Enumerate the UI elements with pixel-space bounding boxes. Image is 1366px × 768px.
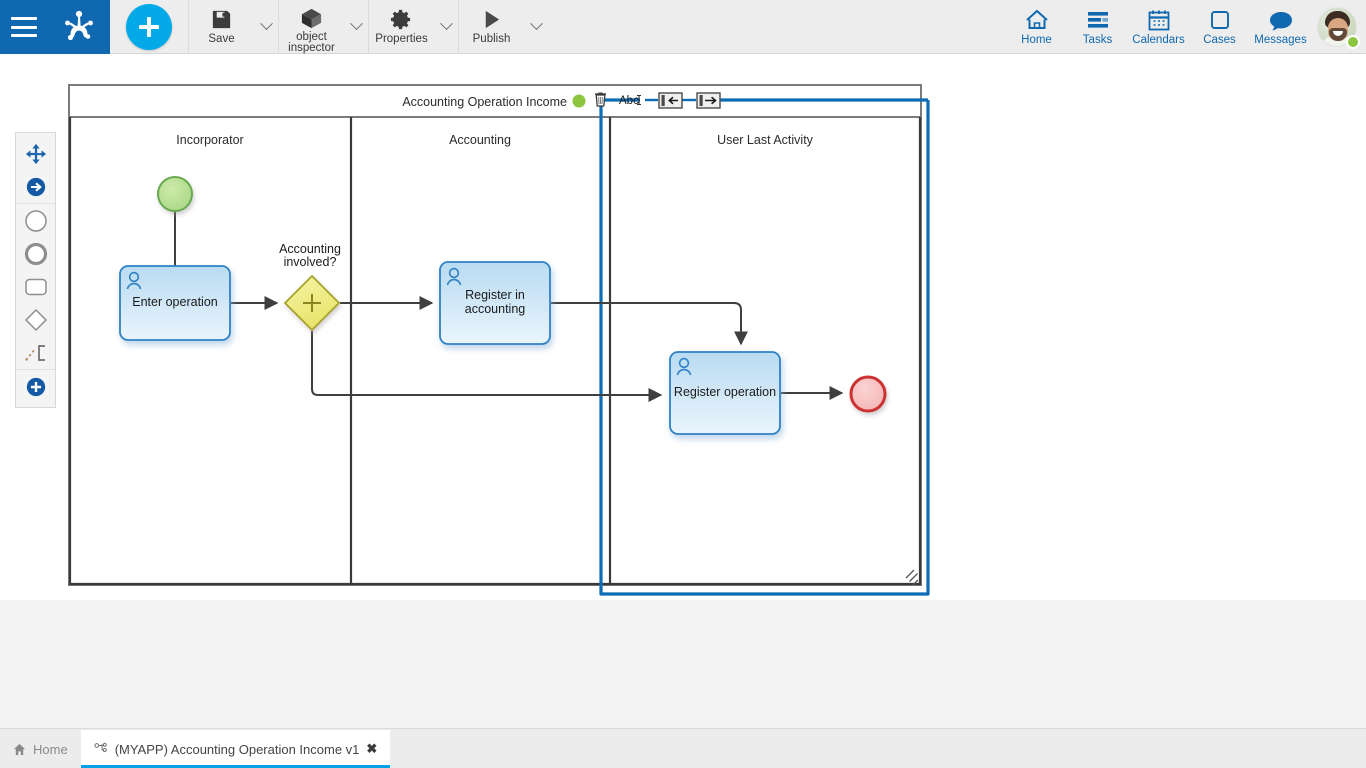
avatar[interactable] <box>1311 0 1362 53</box>
save-dropdown-button[interactable] <box>254 0 278 53</box>
object-inspector-button[interactable]: object inspector <box>278 0 344 54</box>
node-enter-operation[interactable]: Enter operation <box>119 265 231 341</box>
add-element-icon[interactable] <box>16 370 55 403</box>
nav-tasks[interactable]: Tasks <box>1067 0 1128 53</box>
task-label-register-operation: Register operation <box>674 385 776 399</box>
gateway-label-line1: Accounting <box>279 242 341 256</box>
properties-dropdown-button[interactable] <box>434 0 458 53</box>
nav-cases[interactable]: Cases <box>1189 0 1250 53</box>
add-button[interactable] <box>126 3 172 50</box>
node-end-event[interactable] <box>849 375 887 413</box>
gateway-icon[interactable] <box>16 303 55 336</box>
task-label-enter-operation: Enter operation <box>132 295 218 309</box>
save-label: Save <box>208 33 235 45</box>
connector-tool-icon[interactable] <box>16 170 55 203</box>
properties-button[interactable]: Properties <box>368 0 434 53</box>
object-inspector-label: object inspector <box>288 31 335 54</box>
lane-insert-above-icon[interactable] <box>658 92 683 109</box>
document-tabbar: Home (MYAPP) Accounting Operation Income… <box>0 728 1366 768</box>
publish-dropdown-button[interactable] <box>524 0 548 53</box>
object-inspector-dropdown-button[interactable] <box>344 0 368 53</box>
bizagi-logo-icon[interactable] <box>59 7 99 47</box>
top-toolbar: Save object inspector Properties Publish… <box>0 0 1366 54</box>
element-palette[interactable] <box>15 132 56 408</box>
delete-icon[interactable] <box>595 92 606 107</box>
application-root: Save object inspector Properties Publish… <box>0 0 1366 768</box>
task-icon[interactable] <box>16 270 55 303</box>
message-icon <box>1268 7 1294 33</box>
diagram-canvas[interactable]: Accounting Operation Income Incorporator… <box>0 54 1366 728</box>
cube-icon <box>300 7 323 30</box>
chevron-down-icon <box>439 17 453 31</box>
menu-icon[interactable] <box>11 17 37 37</box>
nav-messages[interactable]: Messages <box>1250 0 1311 53</box>
calendar-icon <box>1147 7 1171 33</box>
save-icon <box>210 7 233 32</box>
nav-home-label: Home <box>1021 34 1052 46</box>
nav-calendars-label: Calendars <box>1132 34 1185 46</box>
gear-icon <box>390 7 413 32</box>
plus-icon <box>138 16 160 38</box>
process-icon <box>94 742 108 756</box>
status-badge <box>1346 35 1360 49</box>
close-icon[interactable]: ✖ <box>366 741 377 757</box>
chevron-down-icon <box>259 17 273 31</box>
nav-messages-label: Messages <box>1254 34 1307 46</box>
node-start-event[interactable] <box>157 176 193 212</box>
toolbar-actions: Save object inspector Properties Publish <box>188 0 548 54</box>
home-icon <box>1024 7 1050 33</box>
home-small-icon <box>13 743 26 756</box>
chevron-down-icon <box>349 17 363 31</box>
tasks-icon <box>1085 7 1111 33</box>
task-label-register-in-accounting-line2: accounting <box>465 302 526 316</box>
nav-cases-label: Cases <box>1203 34 1236 46</box>
play-icon <box>480 7 503 32</box>
lane-label-incorporator: Incorporator <box>176 133 243 147</box>
cases-icon <box>1208 7 1232 33</box>
publish-button[interactable]: Publish <box>458 0 524 53</box>
move-tool-icon[interactable] <box>16 137 55 170</box>
nav-home[interactable]: Home <box>1006 0 1067 53</box>
end-event-icon[interactable] <box>16 237 55 270</box>
annotation-icon[interactable] <box>16 336 55 369</box>
add-zone <box>110 0 188 53</box>
pool-status-dot <box>572 94 586 108</box>
brand-block <box>0 0 110 54</box>
right-navigation: Home Tasks Calendars Cases Messages <box>1006 0 1366 53</box>
gateway-label-line2: involved? <box>284 255 337 269</box>
tab-accounting-operation-income[interactable]: (MYAPP) Accounting Operation Income v1 ✖ <box>80 730 391 768</box>
start-event-icon[interactable] <box>16 204 55 237</box>
tab-label: (MYAPP) Accounting Operation Income v1 <box>114 741 360 757</box>
lane-label-accounting: Accounting <box>449 133 511 147</box>
properties-label: Properties <box>375 33 428 45</box>
text-abc-label[interactable]: Abc <box>619 95 639 107</box>
nav-tasks-label: Tasks <box>1082 34 1113 46</box>
pool-title: Accounting Operation Income <box>402 95 567 109</box>
bpmn-diagram[interactable]: Accounting Operation Income Incorporator… <box>0 54 1366 728</box>
tab-home[interactable]: Home <box>0 730 81 768</box>
tab-home-label: Home <box>33 741 68 757</box>
lane-insert-below-icon[interactable] <box>696 92 721 109</box>
chevron-down-icon <box>529 17 543 31</box>
task-label-register-in-accounting-line1: Register in <box>465 288 525 302</box>
node-register-operation[interactable]: Register operation <box>669 351 781 435</box>
nav-calendars[interactable]: Calendars <box>1128 0 1189 53</box>
save-button[interactable]: Save <box>188 0 254 53</box>
publish-label: Publish <box>472 33 511 45</box>
node-register-in-accounting[interactable]: Register in accounting <box>439 261 551 345</box>
lane-label-user-last-activity: User Last Activity <box>717 133 814 147</box>
